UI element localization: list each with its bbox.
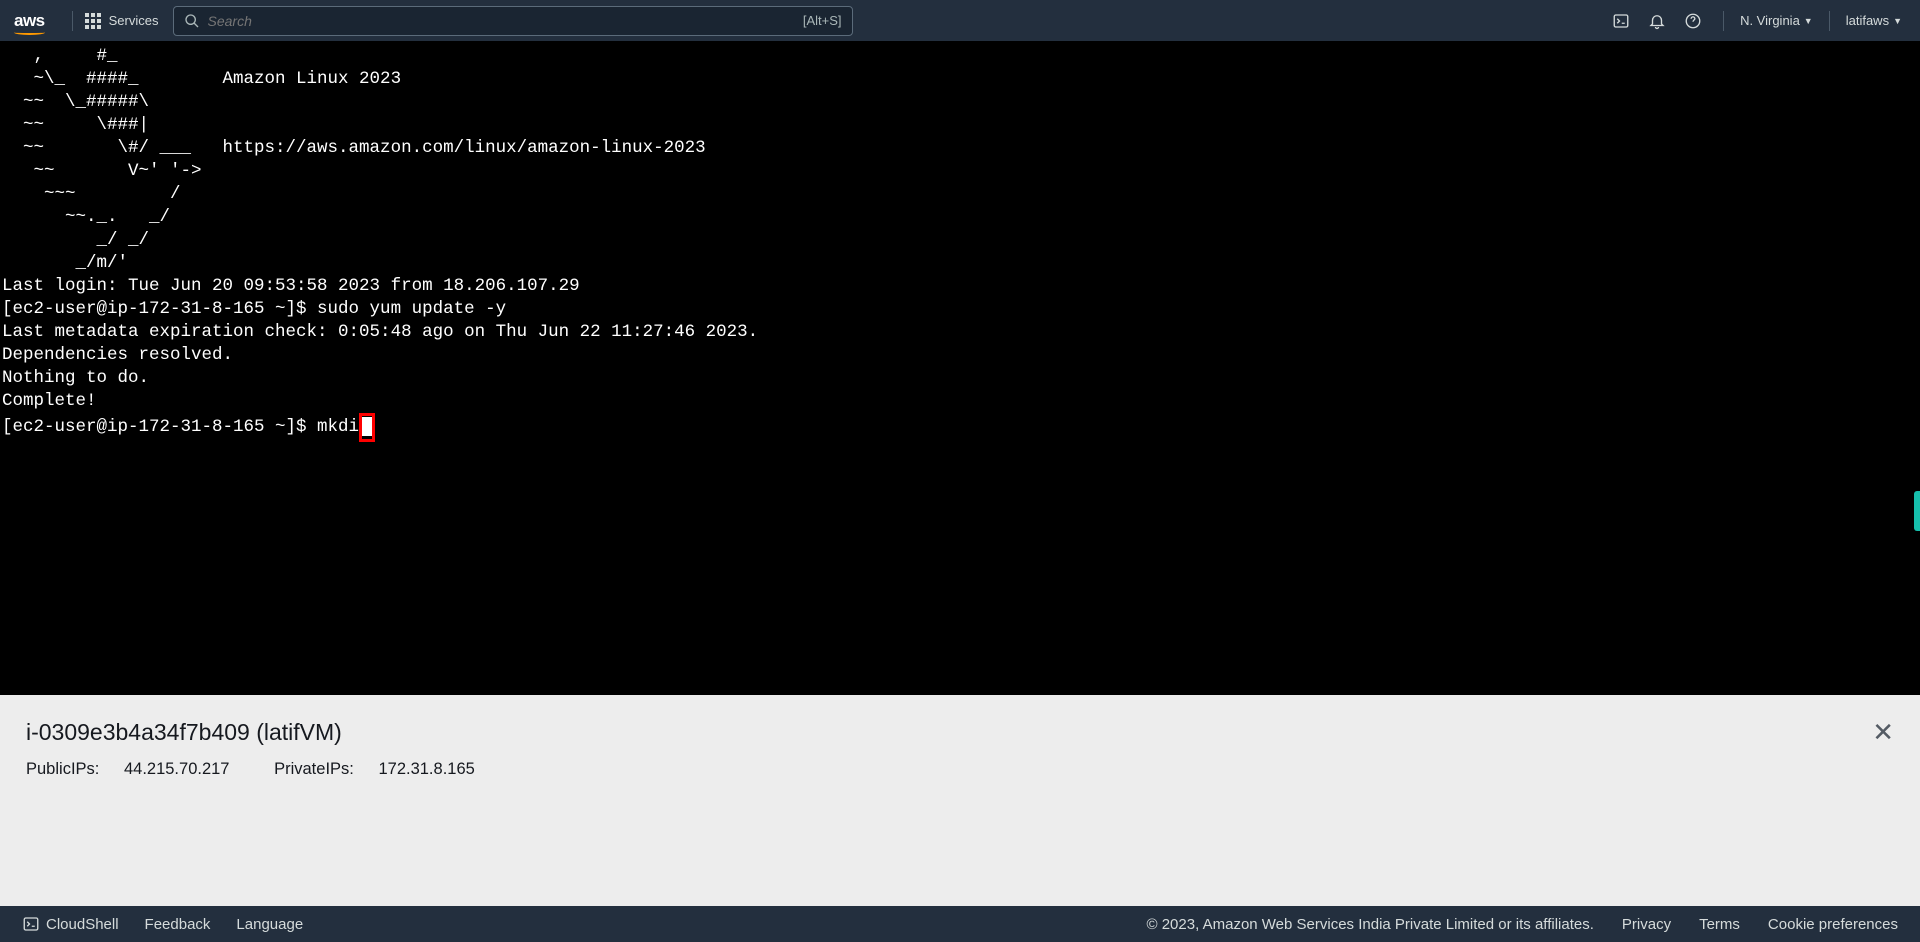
services-grid-icon xyxy=(85,13,101,29)
instance-title: i-0309e3b4a34f7b409 (latifVM) xyxy=(26,719,1894,746)
search-icon xyxy=(184,13,200,29)
chevron-down-icon: ▼ xyxy=(1893,16,1902,26)
aws-logo[interactable]: aws xyxy=(14,11,45,31)
cloudshell-icon xyxy=(22,915,40,933)
public-ips-value: 44.215.70.217 xyxy=(124,760,230,778)
account-menu[interactable]: latifaws ▼ xyxy=(1842,13,1906,28)
cloudshell-button[interactable]: CloudShell xyxy=(22,915,119,933)
search-shortcut-label: [Alt+S] xyxy=(803,13,842,28)
divider xyxy=(1723,11,1724,31)
terminal-output: , #_ ~\_ ####_ Amazon Linux 2023 ~~ \_##… xyxy=(2,46,758,437)
footer-bar: CloudShell Feedback Language © 2023, Ama… xyxy=(0,906,1920,942)
chevron-down-icon: ▼ xyxy=(1804,16,1813,26)
close-icon[interactable]: ✕ xyxy=(1872,717,1894,748)
public-ips-label: PublicIPs: xyxy=(26,760,99,778)
side-handle[interactable] xyxy=(1914,491,1920,531)
account-label: latifaws xyxy=(1846,13,1889,28)
help-icon[interactable] xyxy=(1683,11,1703,31)
cookie-preferences-link[interactable]: Cookie preferences xyxy=(1768,916,1898,933)
region-label: N. Virginia xyxy=(1740,13,1800,28)
instance-info-panel: i-0309e3b4a34f7b409 (latifVM) PublicIPs:… xyxy=(0,695,1920,906)
terms-link[interactable]: Terms xyxy=(1699,916,1740,933)
footer-copyright: © 2023, Amazon Web Services India Privat… xyxy=(1147,916,1594,933)
notifications-icon[interactable] xyxy=(1647,11,1667,31)
search-input[interactable] xyxy=(208,13,803,29)
privacy-link[interactable]: Privacy xyxy=(1622,916,1671,933)
services-label: Services xyxy=(109,13,159,28)
terminal-pane[interactable]: , #_ ~\_ ####_ Amazon Linux 2023 ~~ \_##… xyxy=(0,41,1920,695)
instance-ips: PublicIPs: 44.215.70.217 PrivateIPs: 172… xyxy=(26,760,1894,779)
cloudshell-label: CloudShell xyxy=(46,916,119,933)
services-menu-button[interactable]: Services xyxy=(85,13,159,29)
divider xyxy=(1829,11,1830,31)
terminal-cursor xyxy=(362,417,372,436)
private-ips-value: 172.31.8.165 xyxy=(378,760,474,778)
terminal-cursor-highlight xyxy=(359,413,375,442)
feedback-link[interactable]: Feedback xyxy=(145,916,211,933)
topbar-right-group: N. Virginia ▼ latifaws ▼ xyxy=(1603,11,1906,31)
region-selector[interactable]: N. Virginia ▼ xyxy=(1736,13,1817,28)
aws-top-navigation: aws Services [Alt+S] N. Virginia ▼ latif… xyxy=(0,0,1920,41)
private-ips-label: PrivateIPs: xyxy=(274,760,354,778)
search-box[interactable]: [Alt+S] xyxy=(173,6,853,36)
divider xyxy=(72,11,73,31)
cloudshell-icon[interactable] xyxy=(1611,11,1631,31)
language-selector[interactable]: Language xyxy=(236,916,303,933)
